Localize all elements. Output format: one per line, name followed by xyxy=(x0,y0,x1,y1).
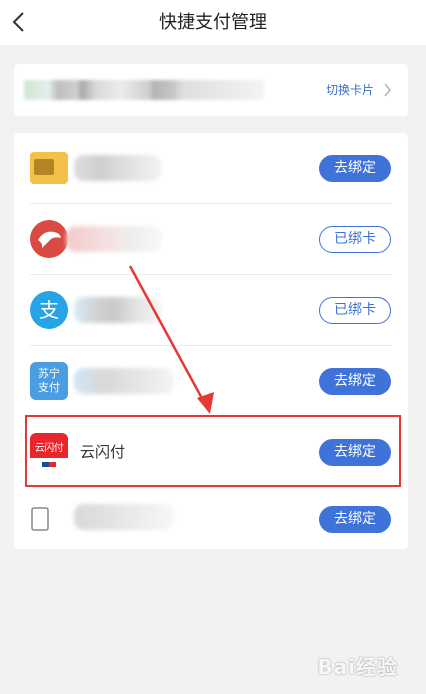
card-icon xyxy=(31,507,49,531)
bound-card-button[interactable]: 已绑卡 xyxy=(319,226,391,253)
list-item: 去绑定 xyxy=(14,488,408,549)
unbind-button[interactable]: 去绑定 xyxy=(319,368,391,395)
unbind-button[interactable]: 去绑定 xyxy=(319,155,391,182)
highlight-box xyxy=(25,415,401,487)
list-item: 已绑卡 xyxy=(14,204,408,275)
chevron-right-icon[interactable] xyxy=(383,83,392,97)
list-item: 苏宁 支付 去绑定 xyxy=(14,346,408,417)
alipay-glyph: 支 xyxy=(39,298,59,322)
blurred-name xyxy=(74,504,174,530)
bank-logo-icon xyxy=(30,220,68,258)
blurred-name xyxy=(66,226,162,252)
list-item: 支 已绑卡 xyxy=(14,275,408,346)
suning-glyph-bottom: 支付 xyxy=(38,381,60,394)
bound-card-button[interactable]: 已绑卡 xyxy=(319,297,391,324)
blurred-name xyxy=(74,297,162,323)
blurred-account-number xyxy=(24,80,264,100)
account-card[interactable]: 切换卡片 xyxy=(14,64,408,116)
list-item: 去绑定 xyxy=(14,133,408,204)
watermark: Bai经验 xyxy=(317,655,398,679)
blurred-name xyxy=(74,155,162,181)
card-icon xyxy=(30,152,68,184)
nav-bar: 快捷支付管理 xyxy=(0,0,426,45)
alipay-icon: 支 xyxy=(30,291,68,329)
switch-card-link[interactable]: 切换卡片 xyxy=(326,81,374,98)
blurred-name xyxy=(74,368,174,394)
unbind-button[interactable]: 去绑定 xyxy=(319,506,391,533)
suning-pay-icon: 苏宁 支付 xyxy=(30,362,68,400)
page-title: 快捷支付管理 xyxy=(159,12,267,33)
suning-glyph-top: 苏宁 xyxy=(38,367,60,380)
